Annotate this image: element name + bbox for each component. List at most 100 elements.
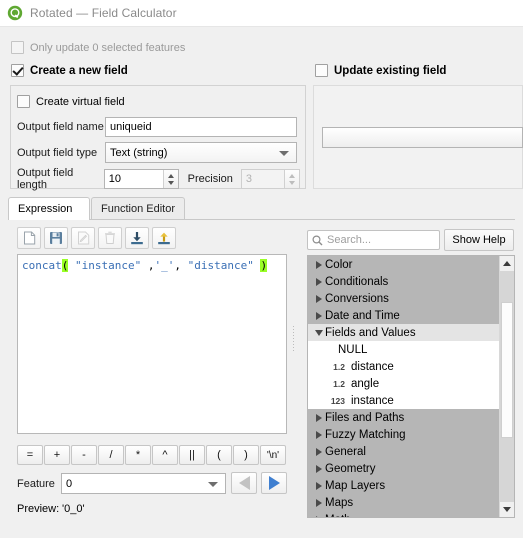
tree-item-label: Conversions [325,292,389,305]
next-feature-button[interactable] [261,472,287,494]
tab-expression-label: Expression [18,203,73,215]
previous-feature-button[interactable] [231,472,257,494]
operator-button-multiply[interactable]: * [125,445,151,465]
feature-combo[interactable]: 0 [61,473,226,494]
import-expression-icon[interactable] [125,227,149,249]
update-existing-field-checkbox[interactable] [315,64,328,77]
tree-item-label: angle [351,377,380,390]
create-virtual-field-row[interactable]: Create virtual field [17,95,125,108]
expression-function-name: concat [22,259,62,272]
output-field-length-stepper[interactable]: 10 [103,169,179,189]
tree-item-label: Fuzzy Matching [325,428,406,441]
expression-editor[interactable]: concat( "instance" ,'_', "distance" ) [17,254,287,434]
tree-item-fields-and-values[interactable]: Fields and Values [308,324,514,341]
operator-button-concat[interactable]: || [179,445,205,465]
function-tree[interactable]: Color Conditionals Conversions Date and … [307,255,515,518]
search-placeholder: Search... [327,234,372,246]
output-field-type-combo[interactable]: Text (string) [105,142,297,163]
tab-function-editor-label: Function Editor [101,203,175,215]
chevron-right-icon[interactable] [312,447,325,456]
operator-label: + [53,449,61,461]
tree-item-geometry[interactable]: Geometry [308,460,514,477]
field-type-decimal-icon: 1.2 [333,378,345,389]
operator-button-power[interactable]: ^ [152,445,178,465]
operator-label: - [82,449,86,461]
tree-item-math[interactable]: Math [308,511,514,517]
output-field-length-value: 10 [108,173,121,185]
tree-item-instance[interactable]: 123 instance [308,392,514,409]
create-virtual-field-checkbox[interactable] [17,95,30,108]
chevron-right-icon[interactable] [312,260,325,269]
tree-item-general[interactable]: General [308,443,514,460]
show-help-button[interactable]: Show Help [444,229,514,251]
tree-item-conditionals[interactable]: Conditionals [308,273,514,290]
preview-value: '0_0' [62,503,85,515]
tree-item-maps[interactable]: Maps [308,494,514,511]
tree-item-fuzzy-matching[interactable]: Fuzzy Matching [308,426,514,443]
operator-button-divide[interactable]: / [98,445,124,465]
panel-splitter[interactable] [290,254,297,434]
tree-item-label: distance [351,360,394,373]
chevron-right-icon[interactable] [312,277,325,286]
operator-button-equals[interactable]: = [17,445,43,465]
operator-button-plus[interactable]: + [44,445,70,465]
export-expression-icon[interactable] [152,227,176,249]
new-expression-icon[interactable] [17,227,41,249]
operator-button-close-paren[interactable]: ) [233,445,259,465]
chevron-right-icon[interactable] [312,464,325,473]
scroll-up-button[interactable] [500,256,514,271]
tab-bar: Expression Function Editor [8,197,515,220]
tree-item-angle[interactable]: 1.2 angle [308,375,514,392]
create-new-field-row[interactable]: Create a new field [11,64,128,77]
operator-button-open-paren[interactable]: ( [206,445,232,465]
expression-comma2: , [174,259,181,272]
length-stepper-arrows[interactable] [162,170,178,188]
tree-item-map-layers[interactable]: Map Layers [308,477,514,494]
chevron-right-icon[interactable] [312,498,325,507]
tree-item-label: NULL [338,343,368,356]
only-update-selected-row[interactable]: Only update 0 selected features [11,41,185,54]
operator-button-newline[interactable]: '\n' [260,445,286,465]
precision-label: Precision [187,173,233,185]
tab-expression[interactable]: Expression [8,197,90,220]
tree-item-conversions[interactable]: Conversions [308,290,514,307]
tree-item-date-and-time[interactable]: Date and Time [308,307,514,324]
output-field-name-input[interactable] [105,117,297,137]
tree-item-color[interactable]: Color [308,256,514,273]
feature-row: Feature 0 [17,473,226,494]
update-existing-field-row[interactable]: Update existing field [315,64,446,77]
search-input[interactable]: Search... [307,230,440,250]
tree-item-label: Conditionals [325,275,389,288]
precision-stepper-arrows[interactable] [284,170,300,188]
field-type-decimal-icon: 1.2 [333,361,345,372]
save-expression-icon[interactable] [44,227,68,249]
chevron-right-icon[interactable] [312,311,325,320]
output-field-name-row: Output field name [17,117,300,137]
precision-stepper[interactable]: 3 [240,169,301,189]
chevron-right-icon[interactable] [312,515,325,517]
title-bar: Rotated — Field Calculator [0,0,523,27]
expression-close-paren: ) [260,259,268,272]
tree-item-files-and-paths[interactable]: Files and Paths [308,409,514,426]
tree-item-null[interactable]: NULL [308,341,514,358]
chevron-right-icon[interactable] [312,430,325,439]
window-title: Rotated — Field Calculator [30,6,177,20]
chevron-down-icon[interactable] [312,329,325,336]
output-field-length-row: Output field length 10 Precision 3 [17,167,301,191]
create-new-field-checkbox[interactable] [11,64,24,77]
existing-field-combo[interactable] [322,127,523,148]
scroll-down-button[interactable] [500,502,514,517]
chevron-right-icon[interactable] [312,294,325,303]
feature-label: Feature [17,477,55,490]
chevron-right-icon[interactable] [312,413,325,422]
tree-item-label: Maps [325,496,354,509]
output-field-name-label: Output field name [17,121,104,133]
scrollbar-thumb[interactable] [501,302,513,438]
chevron-right-icon[interactable] [312,481,325,490]
only-update-selected-checkbox[interactable] [11,41,24,54]
operator-button-minus[interactable]: - [71,445,97,465]
tab-function-editor[interactable]: Function Editor [91,197,185,220]
function-tree-scrollbar[interactable] [499,256,514,517]
tree-item-distance[interactable]: 1.2 distance [308,358,514,375]
expression-code: concat( "instance" ,'_', "distance" ) [22,258,282,273]
